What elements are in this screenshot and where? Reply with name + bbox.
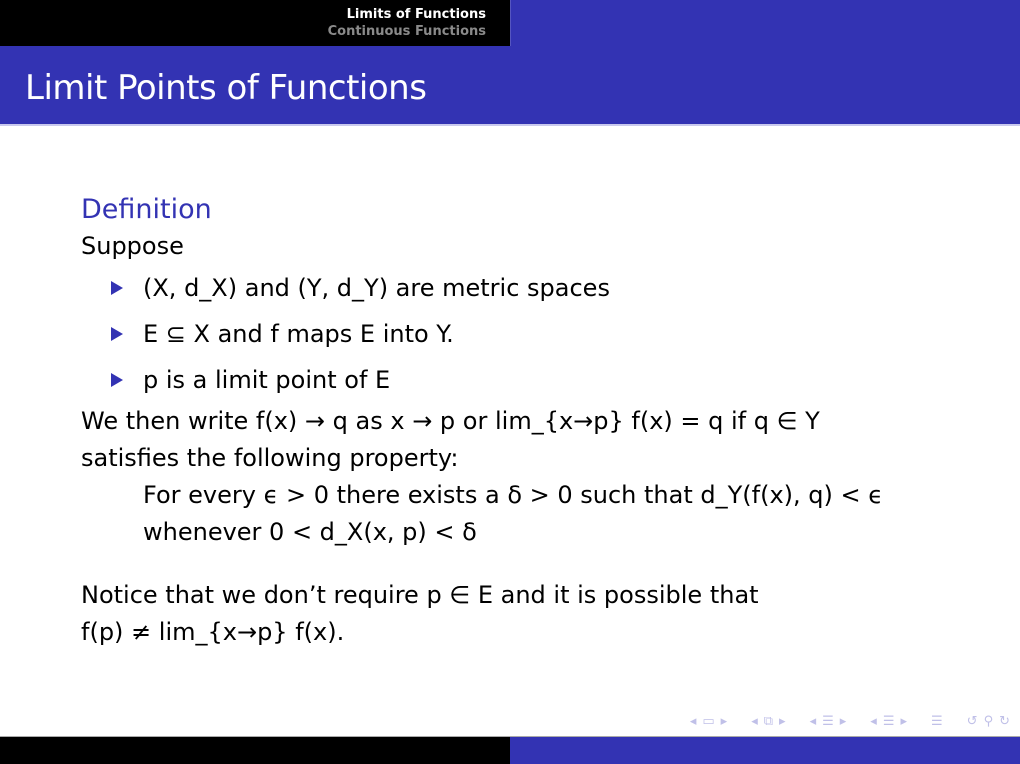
definition-block-title: Definition [81,194,212,225]
beamer-navigation-bar: ◂ ▭ ▸ ◂ ⧉ ▸ ◂ ☰ ▸ ◂ ☰ ▸ ☰ ↺ ⚲ ↻ [690,711,1010,731]
footline-left [0,736,510,764]
next-subsection-arrow-icon[interactable]: ▸ [779,714,786,729]
prev-part-arrow-icon[interactable]: ◂ [870,714,877,729]
prev-subsection-arrow-icon[interactable]: ◂ [751,714,758,729]
next-frame-arrow-icon[interactable]: ▸ [721,714,728,729]
next-part-arrow-icon[interactable]: ▸ [900,714,907,729]
frame-icon[interactable]: ▭ [702,714,714,729]
property-line-1: For every ϵ > 0 there exists a δ > 0 suc… [143,481,884,509]
section-icon[interactable]: ☰ [822,714,834,729]
headline-sections: Limits of Functions Continuous Functions [0,0,510,46]
list-item-text: (X, d_X) and (Y, d_Y) are metric spaces [143,274,610,302]
list-item-text: p is a limit point of E [143,366,391,394]
notice-line-2: f(p) ≠ lim_{x→p} f(x). [81,618,345,646]
subsection-icon[interactable]: ⧉ [764,714,773,729]
slide-content: Definition Suppose (X, d_X) and (Y, d_Y)… [81,192,981,651]
other-section-link[interactable]: Continuous Functions [328,23,486,40]
definition-line-2: satisfies the following property: [81,444,459,472]
footline-right [510,736,1020,764]
frame-title: Limit Points of Functions [25,68,427,108]
headline-bar: Limits of Functions Continuous Functions [0,0,1020,46]
next-section-arrow-icon[interactable]: ▸ [840,714,847,729]
document-icon[interactable]: ☰ [931,714,943,729]
prev-section-arrow-icon[interactable]: ◂ [810,714,817,729]
back-icon[interactable]: ↺ [967,714,978,729]
definition-intro: Suppose [81,232,184,260]
list-item: (X, d_X) and (Y, d_Y) are metric spaces [111,265,981,311]
list-item: p is a limit point of E [111,357,981,403]
list-item-text: E ⊆ X and f maps E into Y. [143,320,454,348]
footline-bar [0,736,1020,764]
definition-line-1: We then write f(x) → q as x → p or lim_{… [81,407,820,435]
frame-title-bar: Limit Points of Functions [0,46,1020,126]
forward-icon[interactable]: ↻ [999,714,1010,729]
current-section-link[interactable]: Limits of Functions [347,6,486,23]
property-line-2: whenever 0 < d_X(x, p) < δ [143,518,477,546]
part-icon[interactable]: ☰ [883,714,895,729]
search-icon[interactable]: ⚲ [984,714,994,729]
triangle-bullet-icon [111,281,123,295]
notice-line-1: Notice that we don’t require p ∈ E and i… [81,581,759,609]
list-item: E ⊆ X and f maps E into Y. [111,311,981,357]
prev-frame-arrow-icon[interactable]: ◂ [690,714,697,729]
triangle-bullet-icon [111,373,123,387]
headline-right-panel [510,0,1020,46]
definition-list: (X, d_X) and (Y, d_Y) are metric spaces … [81,265,981,403]
triangle-bullet-icon [111,327,123,341]
